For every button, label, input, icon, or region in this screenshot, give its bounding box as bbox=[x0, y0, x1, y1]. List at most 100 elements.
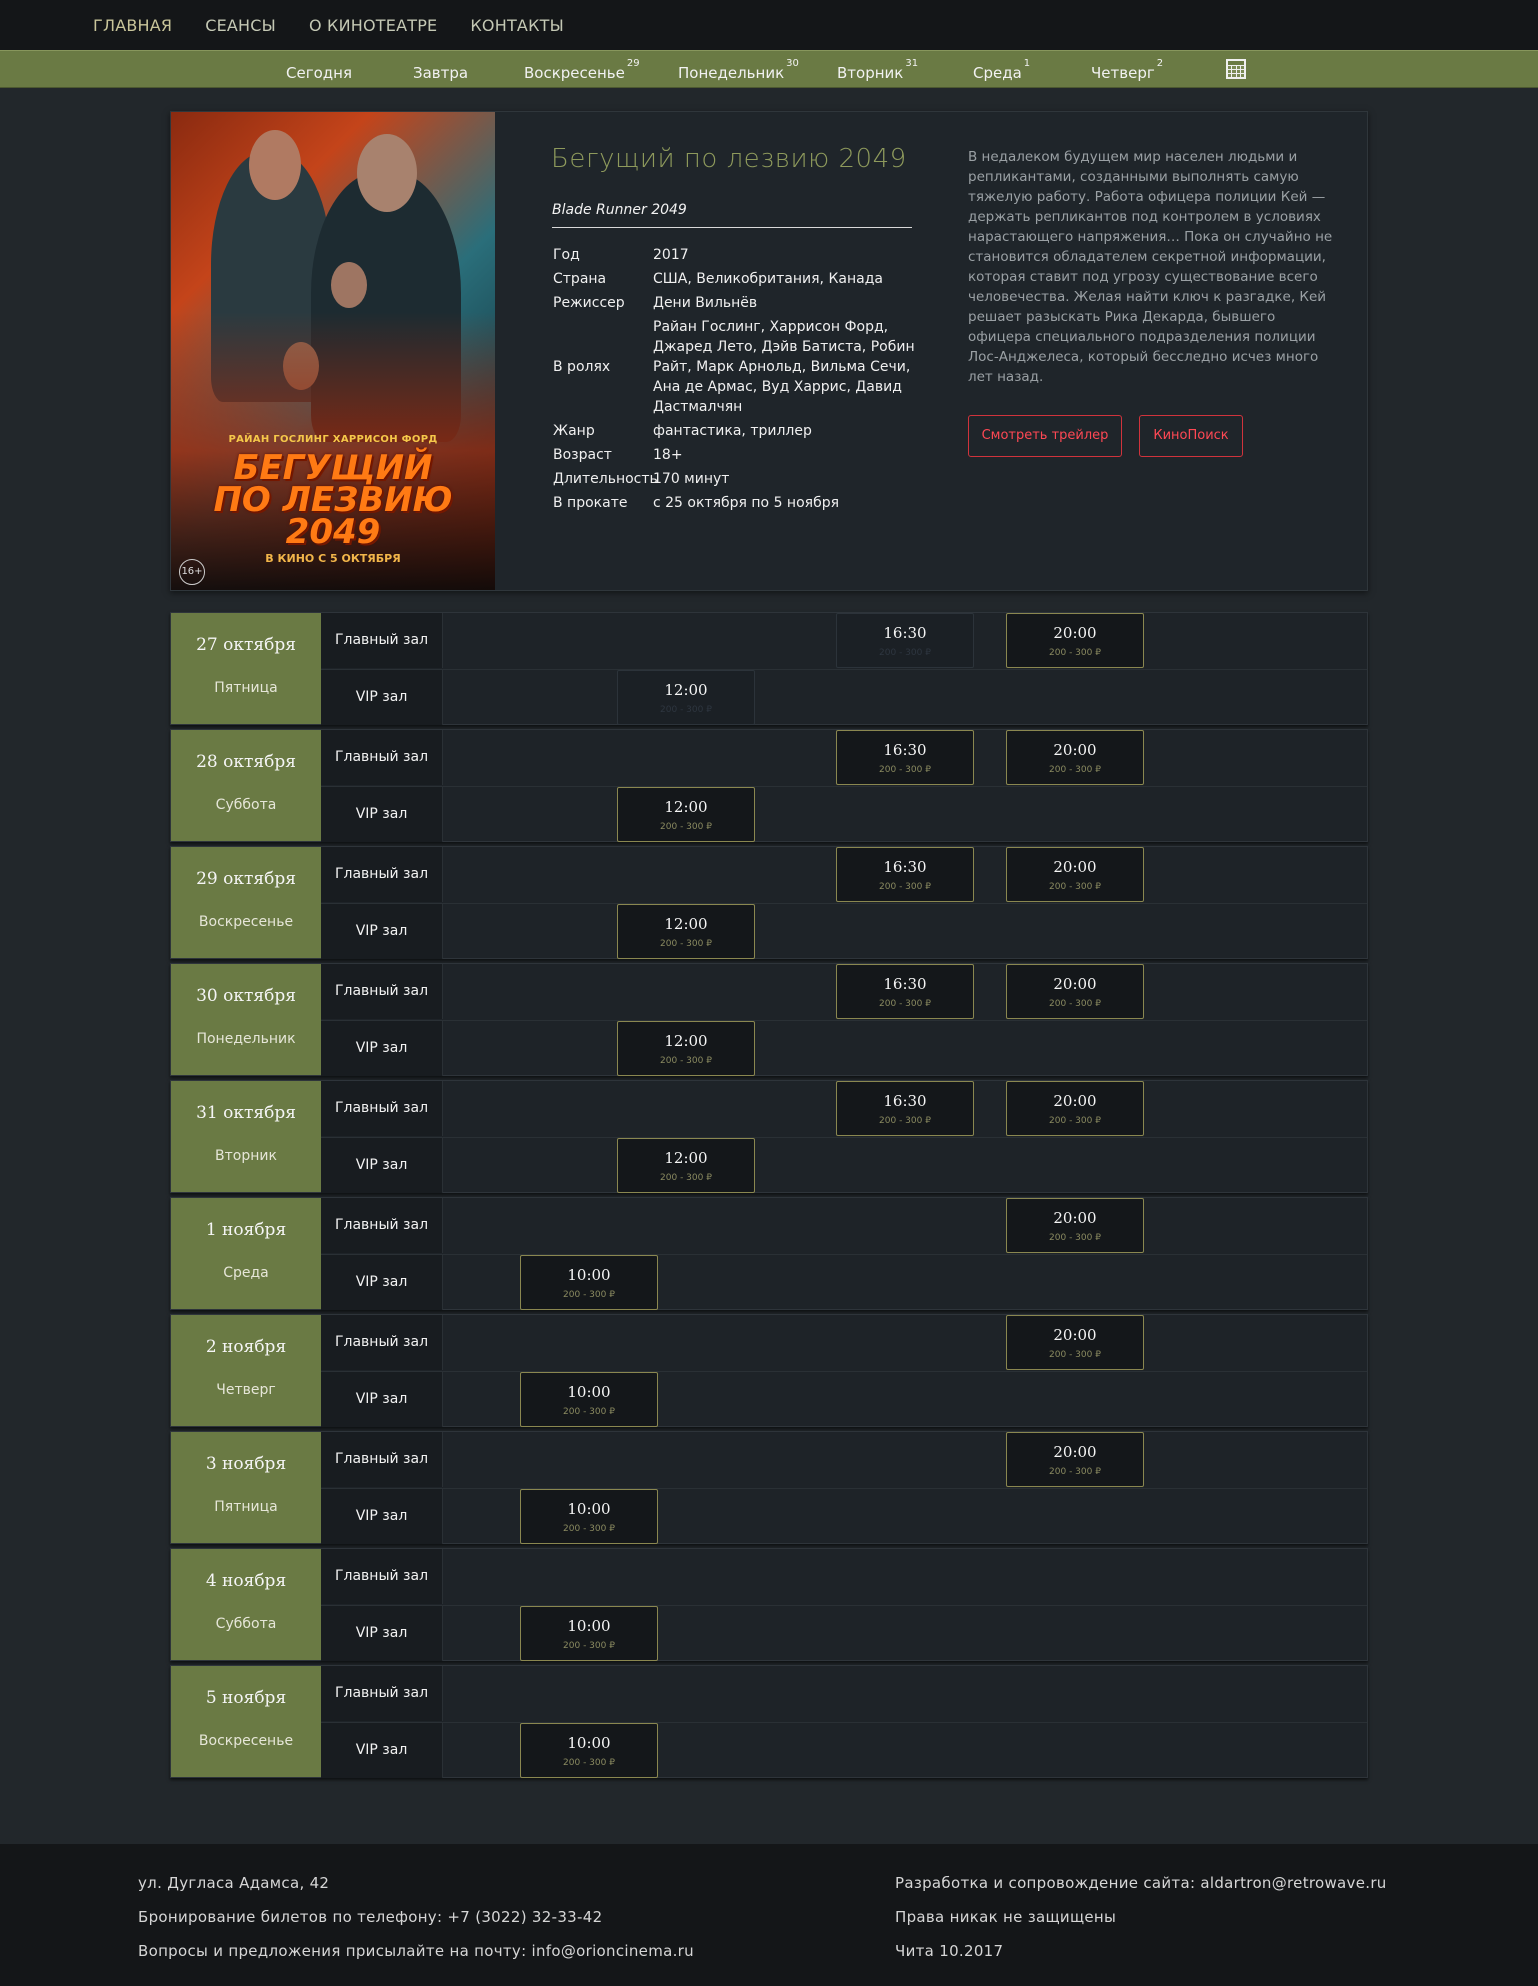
session-slot[interactable]: 20:00 200 - 300 ₽ bbox=[1006, 964, 1144, 1019]
hall-name: VIP зал bbox=[321, 1723, 443, 1778]
day-tab-tuesday[interactable]: Вторник31 bbox=[837, 51, 918, 89]
nav-about[interactable]: О КИНОТЕАТРЕ bbox=[309, 16, 437, 35]
session-slot[interactable]: 12:00 200 - 300 ₽ bbox=[617, 1021, 755, 1076]
session-price: 200 - 300 ₽ bbox=[1049, 648, 1101, 658]
session-price: 200 - 300 ₽ bbox=[879, 1116, 931, 1126]
session-slot[interactable]: 20:00 200 - 300 ₽ bbox=[1006, 1432, 1144, 1487]
session-slot[interactable]: 16:30 200 - 300 ₽ bbox=[836, 730, 974, 785]
session-slot[interactable]: 20:00 200 - 300 ₽ bbox=[1006, 730, 1144, 785]
session-time: 20:00 bbox=[1053, 1443, 1097, 1461]
session-price: 200 - 300 ₽ bbox=[563, 1407, 615, 1417]
schedule-weekday: Суббота bbox=[215, 1616, 277, 1632]
session-slot[interactable]: 20:00 200 - 300 ₽ bbox=[1006, 847, 1144, 902]
session-slot[interactable]: 10:00 200 - 300 ₽ bbox=[520, 1723, 658, 1778]
schedule-day: 29 октября Воскресенье Главный зал 16:30 200… bbox=[170, 846, 1368, 959]
session-price: 200 - 300 ₽ bbox=[660, 939, 712, 949]
hall-name: VIP зал bbox=[321, 1372, 443, 1427]
movie-poster[interactable]: РАЙАН ГОСЛИНГ ХАРРИСОН ФОРД БЕГУЩИЙ ПО Л… bbox=[171, 112, 495, 590]
session-slot[interactable]: 10:00 200 - 300 ₽ bbox=[520, 1255, 658, 1310]
hall-name: Главный зал bbox=[321, 847, 443, 902]
session-time: 16:30 bbox=[883, 1092, 927, 1110]
session-time: 16:30 bbox=[883, 858, 927, 876]
nav-contacts[interactable]: КОНТАКТЫ bbox=[470, 16, 564, 35]
hall-name: Главный зал bbox=[321, 730, 443, 785]
poster-release: В КИНО С 5 ОКТЯБРЯ bbox=[265, 552, 401, 565]
hall-name: Главный зал bbox=[321, 1666, 443, 1721]
session-slot[interactable]: 12:00 200 - 300 ₽ bbox=[617, 904, 755, 959]
session-price: 200 - 300 ₽ bbox=[1049, 1116, 1101, 1126]
hall-name: VIP зал bbox=[321, 1021, 443, 1076]
poster-face-middle bbox=[331, 262, 367, 308]
session-price: 200 - 300 ₽ bbox=[1049, 882, 1101, 892]
session-slot[interactable]: 12:00 200 - 300 ₽ bbox=[617, 670, 755, 725]
kinopoisk-button[interactable]: КиноПоиск bbox=[1139, 415, 1243, 457]
hall-name: VIP зал bbox=[321, 1489, 443, 1544]
session-slot[interactable]: 16:30 200 - 300 ₽ bbox=[836, 1081, 974, 1136]
day-tab-monday[interactable]: Понедельник30 bbox=[678, 51, 799, 89]
schedule-weekday: Вторник bbox=[215, 1148, 277, 1164]
session-slot[interactable]: 10:00 200 - 300 ₽ bbox=[520, 1372, 658, 1427]
day-tab-thursday[interactable]: Четверг2 bbox=[1091, 51, 1163, 89]
trailer-button[interactable]: Смотреть трейлер bbox=[968, 415, 1122, 457]
session-slot[interactable]: 20:00 200 - 300 ₽ bbox=[1006, 1198, 1144, 1253]
hall-row-vip: VIP зал 12:00 200 - 300 ₽ bbox=[321, 669, 1367, 725]
session-time: 16:30 bbox=[883, 975, 927, 993]
info-row: Жанр фантастика, триллер bbox=[553, 423, 812, 439]
schedule-day: 1 ноября Среда Главный зал 20:00 200 - 300 ₽… bbox=[170, 1197, 1368, 1310]
hall-row-main: Главный зал 16:30 200 - 300 ₽ 20:00 200 - 30… bbox=[321, 847, 1367, 902]
session-slot[interactable]: 16:30 200 - 300 ₽ bbox=[836, 847, 974, 902]
hall-name: Главный зал bbox=[321, 964, 443, 1019]
session-price: 200 - 300 ₽ bbox=[563, 1641, 615, 1651]
day-tab-sunday[interactable]: Воскресенье29 bbox=[524, 51, 640, 89]
session-slot[interactable]: 12:00 200 - 300 ₽ bbox=[617, 787, 755, 842]
hall-row-main: Главный зал 16:30 200 - 300 ₽ 20:00 200 - 30… bbox=[321, 613, 1367, 668]
hall-name: VIP зал bbox=[321, 1255, 443, 1310]
session-time: 10:00 bbox=[567, 1383, 611, 1401]
schedule-date: 30 октября bbox=[196, 986, 296, 1006]
hall-name: VIP зал bbox=[321, 787, 443, 842]
session-time: 10:00 bbox=[567, 1617, 611, 1635]
session-slot[interactable]: 16:30 200 - 300 ₽ bbox=[836, 964, 974, 1019]
footer: ул. Дугласа Адамса, 42 Бронирование биле… bbox=[0, 1844, 1538, 1986]
session-price: 200 - 300 ₽ bbox=[563, 1758, 615, 1768]
session-slot[interactable]: 20:00 200 - 300 ₽ bbox=[1006, 1315, 1144, 1370]
footer-address: ул. Дугласа Адамса, 42 bbox=[138, 1874, 330, 1892]
session-price: 200 - 300 ₽ bbox=[1049, 999, 1101, 1009]
session-slot[interactable]: 10:00 200 - 300 ₽ bbox=[520, 1489, 658, 1544]
session-time: 10:00 bbox=[567, 1266, 611, 1284]
day-tab-tomorrow[interactable]: Завтра bbox=[413, 51, 470, 89]
hall-row-vip: VIP зал 12:00 200 - 300 ₽ bbox=[321, 1137, 1367, 1193]
nav-sessions[interactable]: СЕАНСЫ bbox=[205, 16, 276, 35]
session-time: 12:00 bbox=[664, 681, 708, 699]
hall-row-main: Главный зал 20:00 200 - 300 ₽ bbox=[321, 1432, 1367, 1487]
schedule-weekday: Воскресенье bbox=[198, 1733, 294, 1749]
session-slot[interactable]: 20:00 200 - 300 ₽ bbox=[1006, 1081, 1144, 1136]
schedule-weekday: Пятница bbox=[214, 1499, 278, 1515]
nav-home[interactable]: ГЛАВНАЯ bbox=[93, 16, 172, 35]
info-row: В прокате с 25 октября по 5 ноября bbox=[553, 495, 840, 511]
session-time: 12:00 bbox=[664, 915, 708, 933]
session-time: 10:00 bbox=[567, 1500, 611, 1518]
session-slot[interactable]: 16:30 200 - 300 ₽ bbox=[836, 613, 974, 668]
hall-row-main: Главный зал 20:00 200 - 300 ₽ bbox=[321, 1198, 1367, 1253]
calendar-icon[interactable] bbox=[1226, 59, 1246, 79]
session-price: 200 - 300 ₽ bbox=[879, 648, 931, 658]
session-price: 200 - 300 ₽ bbox=[660, 1173, 712, 1183]
day-tab-wednesday[interactable]: Среда1 bbox=[973, 51, 1030, 89]
session-price: 200 - 300 ₽ bbox=[1049, 765, 1101, 775]
session-slot[interactable]: 20:00 200 - 300 ₽ bbox=[1006, 613, 1144, 668]
session-time: 20:00 bbox=[1053, 624, 1097, 642]
hall-name: Главный зал bbox=[321, 613, 443, 668]
session-price: 200 - 300 ₽ bbox=[879, 765, 931, 775]
hall-row-vip: VIP зал 12:00 200 - 300 ₽ bbox=[321, 903, 1367, 959]
movie-title: Бегущий по лезвию 2049 bbox=[551, 144, 907, 174]
session-price: 200 - 300 ₽ bbox=[1049, 1467, 1101, 1477]
day-tab-today[interactable]: Сегодня bbox=[286, 51, 354, 89]
session-time: 20:00 bbox=[1053, 858, 1097, 876]
session-slot[interactable]: 10:00 200 - 300 ₽ bbox=[520, 1606, 658, 1661]
session-slot[interactable]: 12:00 200 - 300 ₽ bbox=[617, 1138, 755, 1193]
schedule-date: 4 ноября bbox=[205, 1571, 287, 1591]
session-time: 10:00 bbox=[567, 1734, 611, 1752]
schedule-day: 3 ноября Пятница Главный зал 20:00 200 - 300… bbox=[170, 1431, 1368, 1544]
schedule-weekday: Понедельник bbox=[196, 1031, 296, 1047]
